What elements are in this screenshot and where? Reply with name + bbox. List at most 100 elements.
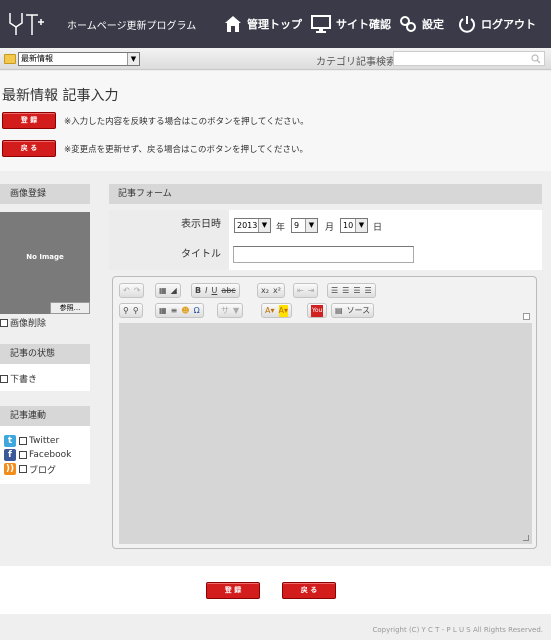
toolbar-group-font: サ ▼ [217,303,244,318]
title-label: タイトル [109,240,229,270]
twitter-icon: t [4,435,16,447]
nav-logout[interactable]: ログアウト [458,11,536,37]
day-select[interactable]: 10 ▼ [340,218,368,233]
replace-icon[interactable]: ⚲ [133,305,139,317]
redo-icon[interactable]: ↷ [134,285,141,297]
month-unit: 月 [325,223,335,233]
back-button-bottom[interactable]: 戻 る [282,582,336,599]
nav-admin-top[interactable]: 管理トップ [224,11,302,37]
chevron-down-icon: ▼ [258,219,270,232]
article-form-heading: 記事フォーム [109,184,542,204]
nav-logout-label: ログアウト [481,18,536,31]
nav-site-check[interactable]: サイト確認 [311,11,391,37]
back-hint: ※変更点を更新せず、戻る場合はこのボタンを押してください。 [64,145,309,155]
title-input[interactable] [233,246,414,263]
align-left-icon[interactable]: ☰ [331,285,338,297]
youtube-icon[interactable]: You [311,304,324,317]
find-icon[interactable]: ⚲ [123,305,129,317]
smiley-icon[interactable]: ☻ [181,305,189,317]
toolbar-group-find: ⚲ ⚲ [119,303,143,318]
resize-handle-icon[interactable] [523,535,529,541]
blog-link-row[interactable]: )) ブログ [4,462,56,476]
align-justify-icon[interactable]: ☰ [365,285,372,297]
source-icon: ▤ [335,305,343,315]
category-search-input[interactable] [393,51,545,66]
folder-icon [4,54,16,64]
facebook-link-row[interactable]: f Facebook [4,448,71,462]
yct-logo [9,13,44,35]
year-select[interactable]: 2013 ▼ [234,218,271,233]
bottom-button-panel [0,566,551,614]
toolbar-group-tools: ▦ ◢ [155,283,181,298]
power-icon [459,16,475,33]
checkbox-icon [0,318,8,327]
strikethrough-icon[interactable]: abc [221,285,235,297]
back-button-top[interactable]: 戻 る [2,140,56,157]
bg-color-icon[interactable]: A▾ [278,304,288,317]
outdent-icon[interactable]: ⇤ [297,285,304,297]
special-char-icon[interactable]: Ω [194,305,200,317]
nav-settings-label: 設定 [422,18,444,31]
subscript-icon[interactable]: x₂ [261,285,269,297]
horizontal-line-icon[interactable]: ≡ [171,305,178,317]
twitter-label: Twitter [29,436,60,446]
indent-icon[interactable]: ⇥ [308,285,315,297]
chevron-down-icon: ▼ [355,219,367,232]
toolbar-collapse-icon[interactable] [523,313,530,320]
nav-settings[interactable]: 設定 [399,11,444,37]
checkbox-icon [19,451,27,459]
table-icon[interactable]: ▦ [159,305,167,317]
font-size-icon[interactable]: サ [221,305,229,317]
month-select[interactable]: 9 ▼ [291,218,318,233]
facebook-label: Facebook [29,450,72,460]
select-all-icon[interactable]: ▦ [159,285,167,297]
toolbar-group-format: B I U abc [191,283,240,298]
browse-button[interactable]: 参照... [50,302,90,314]
checkbox-icon [0,374,8,383]
underline-icon[interactable]: U [211,285,217,297]
rss-icon: )) [4,463,16,475]
eraser-icon[interactable]: ◢ [171,285,177,297]
toolbar-group-insert: ▦ ≡ ☻ Ω [155,303,204,318]
year-value: 2013 [237,221,258,230]
blog-label: ブログ [29,465,57,476]
toolbar-group-script: x₂ x² [257,283,285,298]
image-preview: No Image [0,212,90,314]
source-button[interactable]: ▤ ソース [331,303,375,318]
align-center-icon[interactable]: ☰ [342,285,349,297]
text-color-icon[interactable]: A▾ [265,305,275,317]
facebook-icon: f [4,449,16,461]
category-select[interactable]: 最新情報 ▼ [18,52,140,66]
category-bar: 最新情報 ▼ カテゴリ記事検索 [0,48,551,70]
toolbar-group-color: A▾ A▾ [261,303,292,318]
italic-icon[interactable]: I [205,285,207,297]
delete-image-checkbox[interactable]: 画像削除 [0,316,46,329]
monitor-icon [311,15,331,33]
register-button-top[interactable]: 登 録 [2,112,56,129]
chevron-down-icon[interactable]: ▼ [233,305,239,317]
month-value: 9 [294,221,300,230]
article-link-heading: 記事連動 [0,406,90,426]
editor-toolbar: ↶ ↷ ▦ ◢ B I U abc x₂ x² ⇤ ⇥ ☰ ☰ ☰ ☰ ⚲ ⚲ … [119,283,532,323]
checkbox-icon [19,465,27,473]
register-button-bottom[interactable]: 登 録 [206,582,260,599]
day-unit: 日 [373,223,383,233]
day-value: 10 [343,221,354,230]
draft-checkbox[interactable]: 下書き [0,372,37,385]
nav-admin-top-label: 管理トップ [247,18,302,31]
editor-content-area[interactable] [119,323,532,544]
chevron-down-icon: ▼ [305,219,317,232]
align-right-icon[interactable]: ☰ [353,285,360,297]
toolbar-group-indent: ⇤ ⇥ [293,283,319,298]
nav-site-check-label: サイト確認 [336,18,391,31]
date-label: 表示日時 [109,210,229,240]
chevron-down-icon: ▼ [127,53,139,65]
bold-icon[interactable]: B [195,285,201,297]
year-unit: 年 [276,223,286,233]
undo-icon[interactable]: ↶ [123,285,130,297]
home-icon [225,16,241,32]
top-header: ホームページ更新プログラム 管理トップ サイト確認 設定 ログアウト [0,0,551,48]
superscript-icon[interactable]: x² [273,285,281,297]
image-register-heading: 画像登録 [0,184,90,204]
twitter-link-row[interactable]: t Twitter [4,434,59,448]
